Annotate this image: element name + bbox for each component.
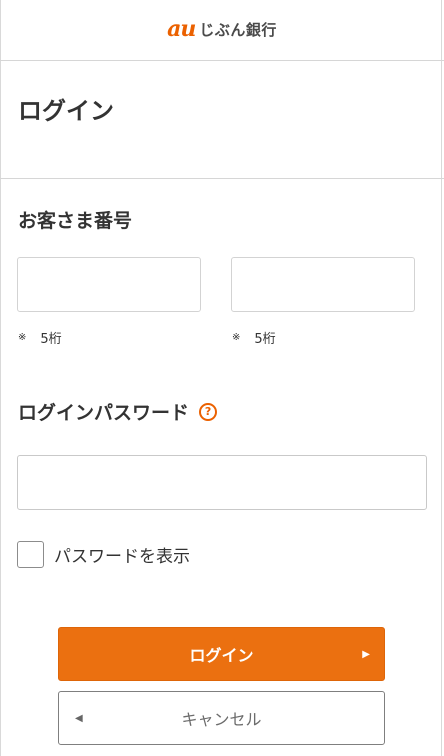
password-label: ログインパスワード [18,402,190,424]
cancel-button-label: キャンセル [181,710,262,729]
show-password-checkbox[interactable] [17,541,44,568]
au-logo-mark: au [167,16,196,42]
customer-number-field-1[interactable] [17,257,201,312]
show-password-label: パスワードを表示 [54,547,190,567]
note-mark: ※ [232,332,241,343]
customer-number-label: お客さま番号 [18,210,133,232]
show-password-toggle[interactable]: パスワードを表示 [17,541,190,568]
note-mark: ※ [18,332,27,343]
help-icon[interactable]: ? [199,402,218,421]
note-text: 5桁 [254,332,276,347]
customer-number-note-2: ※ 5桁 [232,328,276,347]
site-header: au じぶん銀行 [0,0,444,61]
customer-number-field-2[interactable] [231,257,415,312]
cancel-button[interactable]: ◀ キャンセル [58,691,385,745]
login-button[interactable]: ログイン ▶ [58,627,385,681]
note-text: 5桁 [40,332,62,347]
brand-logo: au じぶん銀行 [167,16,277,42]
back-arrow-icon: ◀ [75,712,83,724]
page-title-section: ログイン [0,61,444,179]
customer-number-note-1: ※ 5桁 [18,328,62,347]
page-title: ログイン [18,97,114,125]
password-label-row: ログインパスワード ? [18,398,218,425]
password-field[interactable] [17,455,427,510]
bank-name: じぶん銀行 [199,20,277,39]
login-button-label: ログイン [189,646,254,665]
play-arrow-icon: ▶ [362,648,370,660]
